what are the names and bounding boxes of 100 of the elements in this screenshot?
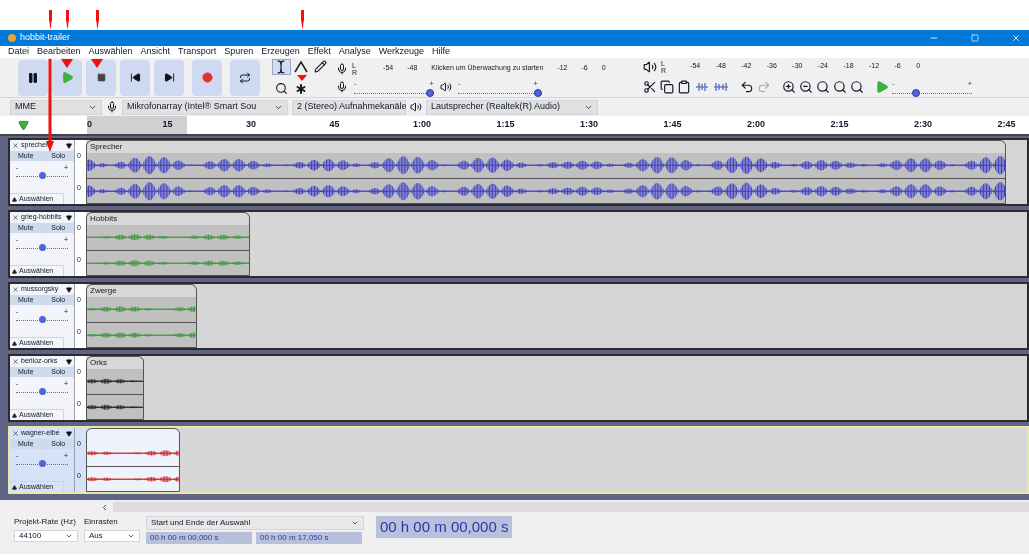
annotation-arrow (65, 10, 69, 30)
zoom-out-icon[interactable] (799, 79, 814, 94)
dropdown-icon[interactable] (66, 214, 72, 221)
gain-slider-thumb[interactable] (39, 172, 46, 179)
close-icon[interactable] (12, 358, 19, 365)
menu-item[interactable]: Analyse (338, 45, 371, 59)
annotation-arrow (91, 59, 103, 68)
time-label: 2:30 (914, 118, 932, 131)
close-icon[interactable] (12, 286, 19, 293)
record-button[interactable] (192, 59, 222, 96)
window-title: hobbit-trailer (20, 31, 71, 45)
skip-end-icon (163, 72, 175, 83)
menu-item[interactable]: Bearbeiten (37, 45, 81, 59)
input-device-dropdown[interactable]: Mikrofonarray (Intel® Smart Sou (122, 99, 288, 115)
close-icon[interactable] (1011, 33, 1021, 43)
audio-clip[interactable] (86, 428, 180, 492)
menu-item[interactable]: Ansicht (140, 45, 171, 59)
ibeam-tool-button[interactable] (272, 58, 291, 75)
output-device-dropdown[interactable]: Lautsprecher (Realtek(R) Audio) (426, 99, 598, 115)
selection-mode-dropdown[interactable]: Start und Ende der Auswahl (146, 516, 364, 530)
annotation-arrow (300, 10, 304, 30)
snap-dropdown[interactable]: Aus (84, 530, 140, 542)
menu-item[interactable]: Hilfe (432, 45, 451, 59)
gain-slider-thumb[interactable] (39, 244, 46, 251)
menu-item[interactable]: Datei (8, 45, 29, 59)
menu-item[interactable]: Auswählen (88, 45, 133, 59)
play-button[interactable] (52, 59, 82, 96)
rate-dropdown[interactable]: 44100 (14, 530, 78, 542)
pin-icon[interactable] (18, 119, 29, 131)
menu-item[interactable]: Werkzeuge (378, 45, 425, 59)
plus-label: + (429, 79, 434, 88)
copy-icon[interactable] (660, 79, 675, 94)
end-time-field[interactable]: 00 h 00 m 17,050 s (256, 532, 362, 544)
audio-clip[interactable]: Hobbits (86, 212, 250, 276)
annotation-arrow (95, 10, 99, 30)
annotation-arrow (48, 10, 52, 30)
time-label: 1:00 (413, 118, 431, 131)
microphone-icon (106, 101, 118, 113)
horizontal-scrollbar[interactable] (0, 500, 1029, 514)
slider-thumb[interactable] (912, 88, 921, 97)
loop-icon (239, 71, 251, 84)
triangle-icon (12, 196, 17, 202)
undo-icon[interactable] (740, 79, 755, 94)
start-time-field[interactable]: 00 h 00 m 00,000 s (146, 532, 252, 544)
audio-clip[interactable]: Orks (86, 356, 144, 420)
position-display[interactable]: 00 h 00 m 00,000 s (376, 516, 513, 538)
audio-clip[interactable]: Zwerge (86, 284, 197, 348)
envelope-tool-button[interactable] (291, 58, 311, 75)
close-icon[interactable] (12, 430, 19, 437)
menu-item[interactable]: Spuren (224, 45, 254, 59)
time-label: 0 (87, 118, 92, 131)
loop-button[interactable] (230, 59, 260, 96)
menu-item[interactable]: Erzeugen (261, 45, 300, 59)
pause-icon (27, 71, 39, 84)
cut-icon[interactable] (643, 79, 658, 94)
gain-slider-thumb[interactable] (39, 316, 46, 323)
channels-dropdown[interactable]: 2 (Stereo) Aufnahmekanäle (292, 99, 406, 115)
fit-selection-icon[interactable] (816, 79, 831, 94)
pause-button[interactable] (18, 59, 48, 96)
triangle-icon (12, 268, 17, 274)
dropdown-icon[interactable] (66, 142, 72, 149)
dropdown-icon[interactable] (66, 430, 72, 437)
speaker-icon (440, 80, 452, 93)
record-icon (201, 72, 213, 83)
draw-tool-button[interactable] (311, 58, 330, 75)
time-label: 15 (162, 118, 173, 131)
slider-thumb[interactable] (426, 88, 434, 97)
paste-icon[interactable] (677, 79, 692, 94)
host-dropdown[interactable]: MME (10, 99, 102, 115)
menu-item[interactable]: Effekt (307, 45, 331, 59)
time-label: 2:45 (997, 118, 1016, 131)
stop-button[interactable] (86, 59, 116, 96)
microphone-icon[interactable] (336, 62, 348, 75)
dropdown-icon[interactable] (66, 358, 72, 365)
speaker-icon[interactable] (643, 59, 658, 74)
close-icon[interactable] (12, 142, 19, 149)
timeline-ruler[interactable]: 0 15 30 45 1:00 1:15 1:30 1:45 2:00 2:15 2:30 2:45 (87, 116, 1029, 134)
menu-item[interactable]: Transport (178, 45, 217, 59)
skip-end-button[interactable] (154, 59, 184, 96)
scroll-left-icon[interactable] (100, 502, 109, 512)
skip-start-button[interactable] (120, 59, 150, 96)
zoom-toggle-icon[interactable] (850, 79, 865, 94)
minus-label: - (892, 79, 895, 88)
fit-project-icon[interactable] (833, 79, 848, 94)
close-icon[interactable] (12, 214, 19, 221)
rate-label: Projekt-Rate (Hz) (14, 516, 77, 528)
time-label: 2:15 (830, 118, 849, 131)
gain-slider-thumb[interactable] (39, 388, 46, 395)
minus-label: - (354, 79, 357, 88)
gain-slider-thumb[interactable] (39, 460, 46, 467)
chevron-down-icon (351, 519, 359, 527)
audio-clip[interactable]: Sprecher (86, 140, 1006, 204)
silence-icon[interactable] (713, 80, 730, 93)
triangle-icon (12, 484, 17, 490)
zoom-in-icon[interactable] (782, 79, 797, 94)
clip-name: Orks (90, 358, 107, 367)
play-icon (60, 71, 74, 84)
dropdown-icon[interactable] (66, 286, 72, 293)
pencil-icon (314, 60, 328, 73)
slider-thumb[interactable] (534, 88, 542, 97)
